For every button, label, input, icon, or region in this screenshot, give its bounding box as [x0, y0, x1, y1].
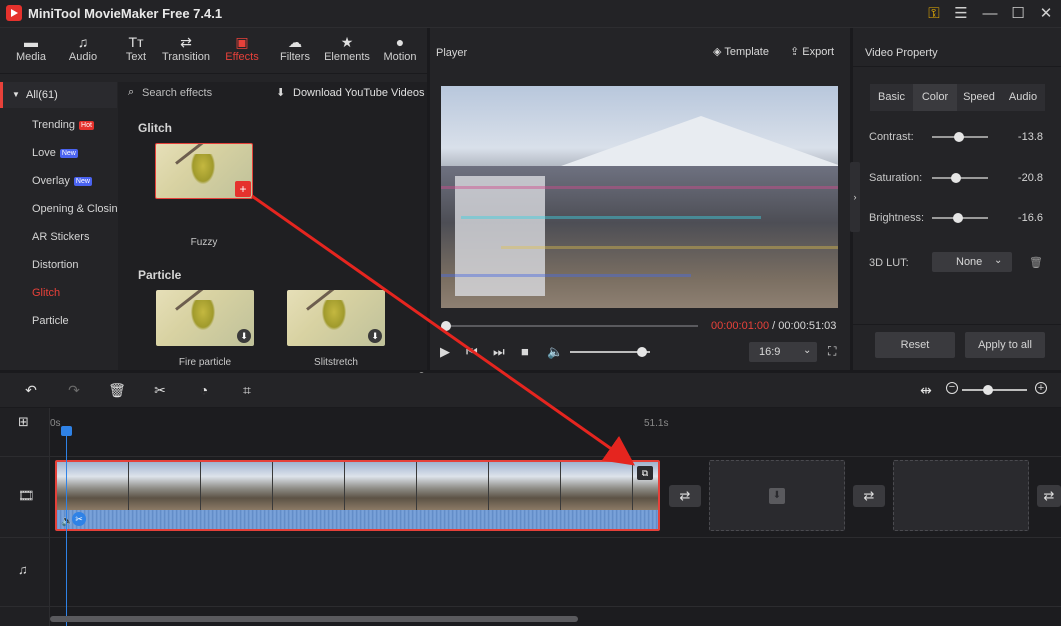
annotation-arrow	[251, 194, 635, 466]
